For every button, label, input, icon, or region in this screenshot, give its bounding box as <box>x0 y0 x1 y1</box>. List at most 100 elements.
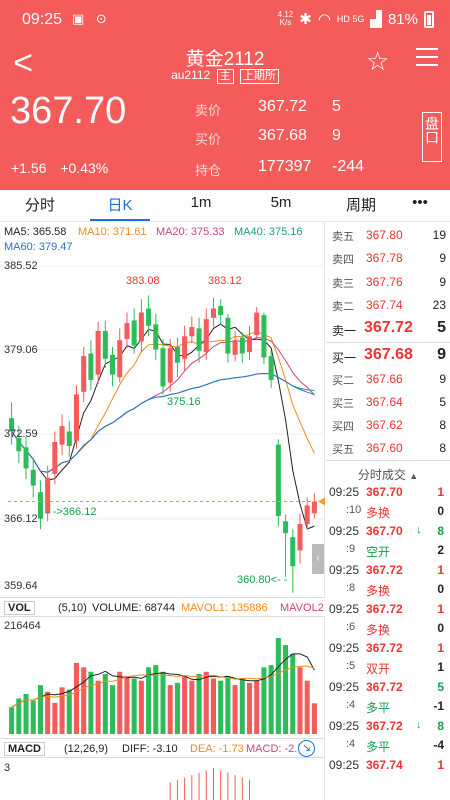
tab-1m[interactable]: 1m <box>171 194 231 221</box>
volume-bar <box>95 680 101 734</box>
ma20-label: MA20: 375.33 <box>156 226 225 238</box>
volume-bar <box>225 676 231 734</box>
candle-body <box>203 319 209 353</box>
candle-body <box>153 324 159 350</box>
tab-5m[interactable]: 5m <box>251 194 311 221</box>
contract-code: au2112 <box>171 68 211 82</box>
candle-body <box>95 331 101 375</box>
ask3-label: 卖三 <box>332 278 354 290</box>
bid3-qty: 5 <box>439 395 446 409</box>
ask2-price: 367.74 <box>366 298 403 312</box>
tab-intraday[interactable]: 分时 <box>10 194 70 221</box>
expand-indicator-icon[interactable]: ↘ <box>298 740 315 757</box>
tick-time: 09:25 <box>329 485 360 499</box>
candle-body <box>225 317 231 354</box>
candle-body <box>117 340 123 378</box>
favorite-star-icon[interactable]: ☆ <box>366 46 389 77</box>
candle-body <box>268 356 274 380</box>
tick-qty: 5 <box>437 680 444 694</box>
volume-bar <box>254 680 260 734</box>
candle-body <box>246 336 253 353</box>
wifi-icon: ◠ <box>317 11 331 28</box>
candle-body <box>88 353 94 380</box>
volume-indicator-bar[interactable]: VOL (5,10) VOLUME: 68744 MAVOL1: 135886 … <box>0 597 325 617</box>
ask5-qty: 19 <box>432 228 446 242</box>
orderbook-toggle-button[interactable]: 盘口 <box>422 112 442 162</box>
tick-time: 09:25 <box>329 680 360 694</box>
tick-type: 多换 <box>366 506 391 520</box>
status-bar: 09:25 ▣ ⊙ 4.12 K/s ✱ ◠ HD 5G ▟ 81% <box>0 0 450 38</box>
volume-bar <box>52 702 58 734</box>
tick-second: :4 <box>346 699 356 711</box>
bid1-qty: 9 <box>437 346 446 363</box>
volume-bar <box>167 685 173 734</box>
menu-icon[interactable] <box>416 48 438 72</box>
candle-body <box>218 305 224 316</box>
tick-row: 09:25:6 367.72 多换 1 0 <box>326 601 450 640</box>
tick-oi-change: -1 <box>433 699 444 713</box>
volume-chart <box>9 638 317 734</box>
candle-body <box>138 312 144 342</box>
volume-bar <box>131 678 137 734</box>
ask2-qty: 23 <box>432 298 446 312</box>
caret-up-icon: ▲ <box>409 471 419 481</box>
tick-second: :4 <box>346 738 356 750</box>
volume-bar <box>66 689 72 734</box>
tick-type: 多平 <box>366 740 391 754</box>
tick-price: 367.72 <box>366 719 403 733</box>
volume-bar <box>182 676 188 734</box>
volume-bar <box>124 676 130 734</box>
tick-time: 09:25 <box>329 602 360 616</box>
tick-type: 双开 <box>366 662 391 676</box>
network-label: HD 5G <box>336 14 365 24</box>
tab-period[interactable]: 周期 <box>331 194 391 221</box>
tick-row: 09:25:4 367.72 多平 5 -1 <box>326 679 450 718</box>
volume-bar <box>290 654 296 734</box>
volume-bar <box>210 678 216 734</box>
bid4-qty: 8 <box>439 418 446 432</box>
axis-bottom: 359.64 <box>4 580 38 592</box>
bid4-label: 买四 <box>332 421 354 433</box>
tab-daily[interactable]: 日K <box>90 194 150 221</box>
macd-indicator-bar[interactable]: MACD (12,26,9) DIFF: -3.10 DEA: -1.73 MA… <box>0 738 325 758</box>
panel-collapse-handle[interactable]: ‹ <box>312 544 324 574</box>
volume-indicator-label[interactable]: VOL <box>4 601 35 615</box>
battery-percent: 81% <box>387 10 418 28</box>
ask4-label: 卖四 <box>332 254 354 266</box>
network-speed: 4.12 K/s <box>277 10 294 27</box>
volume-params: (5,10) <box>58 602 87 614</box>
change-percent: +0.43% <box>60 160 109 176</box>
ask3-qty: 9 <box>439 275 446 289</box>
annotation-low-2: - ->366.12 <box>46 506 97 518</box>
candle-body <box>160 348 166 387</box>
tick-time: 09:25 <box>329 524 360 538</box>
tab-more[interactable]: ••• <box>390 194 450 221</box>
kline-chart-area[interactable]: MA5: 365.58 MA10: 371.61 MA20: 375.33 MA… <box>0 222 325 800</box>
tick-oi-change: 1 <box>437 660 444 674</box>
volume-bar <box>246 682 253 734</box>
volume-bar <box>189 680 195 734</box>
candle-body <box>311 501 317 514</box>
tick-qty: 1 <box>437 563 444 577</box>
tick-row: 09:25:4 367.72 多平 ↓ 8 -4 <box>326 718 450 757</box>
candle-body <box>124 323 130 339</box>
ma60-label: MA60: 379.47 <box>4 241 73 253</box>
tick-price: 367.74 <box>366 758 403 772</box>
volume-bar <box>117 671 123 734</box>
tick-type: 多平 <box>366 701 391 715</box>
orderbook-panel: 卖五 367.80 19 卖四 367.78 9 卖三 367.76 9 卖二 … <box>326 222 450 800</box>
tick-time: 09:25 <box>329 641 360 655</box>
candle-body <box>110 354 116 375</box>
ticks-title[interactable]: 分时成交 ▲ <box>326 466 450 483</box>
volume-bar <box>275 638 281 734</box>
macd-indicator-label[interactable]: MACD <box>4 742 45 756</box>
annotation-high-2: 383.12 <box>208 275 242 287</box>
open-interest-value: 177397 <box>258 158 312 175</box>
volume-bar <box>88 671 94 734</box>
bid5-price: 367.60 <box>366 441 403 455</box>
volume-value: VOLUME: 68744 <box>92 602 176 614</box>
volume-bar <box>30 700 36 734</box>
volume-bar <box>81 667 87 734</box>
volume-bar <box>203 671 209 734</box>
ask1-label: 卖一 <box>332 324 357 338</box>
